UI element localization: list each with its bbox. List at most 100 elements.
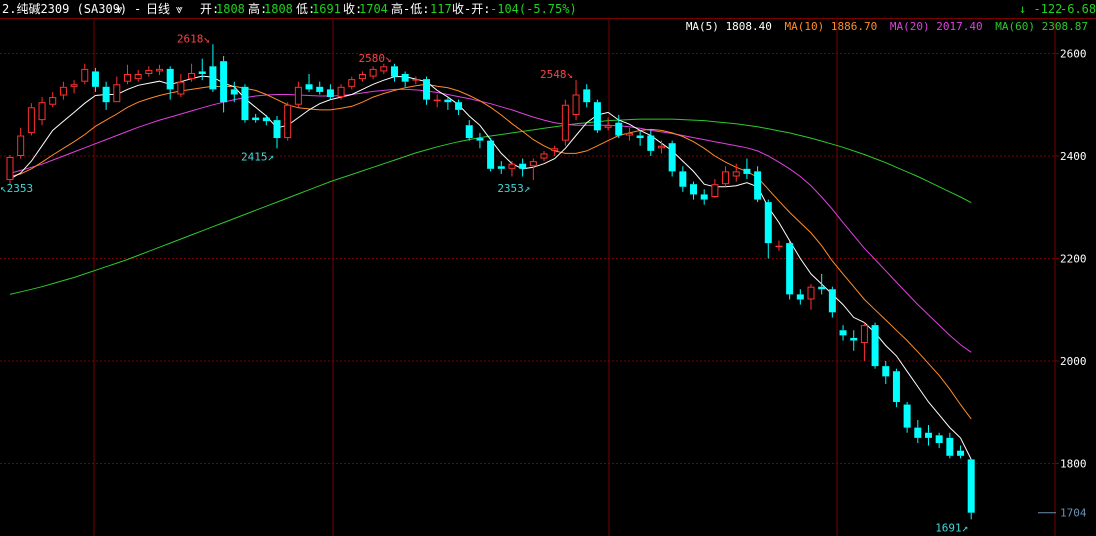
candle[interactable] [967, 459, 975, 520]
candle[interactable] [636, 130, 644, 146]
candle-body [946, 437, 954, 456]
candle[interactable] [860, 322, 868, 361]
candle[interactable] [134, 69, 142, 82]
candle[interactable] [529, 158, 537, 181]
candle[interactable] [839, 325, 847, 341]
candle[interactable] [369, 66, 377, 80]
candle[interactable] [871, 322, 879, 369]
candle[interactable] [711, 179, 719, 199]
candle[interactable] [262, 115, 270, 126]
candle[interactable] [401, 71, 409, 87]
candle[interactable] [957, 445, 965, 459]
candle-body [903, 404, 911, 428]
candle[interactable] [27, 103, 35, 136]
candle[interactable] [572, 80, 580, 121]
candle[interactable] [690, 181, 698, 200]
candle[interactable] [679, 166, 687, 192]
candle[interactable] [390, 63, 398, 82]
candle[interactable] [946, 432, 954, 459]
candle[interactable] [188, 63, 196, 82]
candle[interactable] [892, 368, 900, 408]
candle[interactable] [935, 432, 943, 449]
candle-body [102, 86, 110, 103]
candle[interactable] [625, 127, 633, 141]
candle[interactable] [508, 161, 516, 177]
candle-body [786, 243, 794, 295]
candle-body [198, 71, 206, 74]
candle[interactable] [476, 132, 484, 149]
candle[interactable] [305, 74, 313, 92]
candle[interactable] [241, 84, 249, 123]
candle[interactable] [924, 425, 932, 446]
candle[interactable] [284, 102, 292, 141]
candle[interactable] [220, 56, 228, 113]
candle[interactable] [828, 286, 836, 318]
candle[interactable] [49, 91, 57, 108]
candle-body [70, 84, 78, 87]
candle[interactable] [252, 113, 260, 123]
candle[interactable] [316, 81, 324, 95]
candle[interactable] [145, 66, 153, 77]
candle[interactable] [540, 150, 548, 162]
candle[interactable] [914, 419, 922, 443]
candle-body [690, 184, 698, 195]
candle-body [540, 153, 548, 159]
candle[interactable] [38, 97, 46, 126]
candle-body [668, 143, 676, 172]
candle[interactable] [423, 76, 431, 105]
candle[interactable] [358, 71, 366, 82]
candle[interactable] [156, 64, 164, 76]
candle[interactable] [455, 99, 463, 115]
candle[interactable] [412, 76, 420, 85]
candle[interactable] [166, 66, 174, 100]
candle[interactable] [551, 145, 559, 156]
candle[interactable] [786, 240, 794, 300]
candle[interactable] [113, 76, 121, 103]
candle[interactable] [6, 154, 14, 185]
candle[interactable] [519, 158, 527, 177]
candle[interactable] [743, 158, 751, 180]
candle[interactable] [807, 284, 815, 310]
candle[interactable] [604, 117, 612, 131]
candle[interactable] [850, 330, 858, 351]
candle[interactable] [17, 127, 25, 159]
price-axis: 1800 2000 2200 2400 2600 [1055, 48, 1087, 471]
candle[interactable] [657, 140, 665, 154]
candle[interactable] [433, 94, 441, 108]
candle[interactable] [380, 63, 388, 74]
candle[interactable] [348, 76, 356, 90]
extreme-label: 2415↗ [241, 150, 274, 163]
candle[interactable] [497, 161, 505, 174]
candle[interactable] [722, 166, 730, 187]
candle[interactable] [487, 138, 495, 172]
candle[interactable] [593, 99, 601, 133]
candle[interactable] [209, 44, 217, 92]
candle[interactable] [294, 81, 302, 108]
candlestick-chart[interactable]: 1800 2000 2200 2400 2600 1704 ↖2353 2618↘ 2415↗ 2… [0, 0, 1096, 536]
candle[interactable] [102, 81, 110, 110]
candle[interactable] [177, 74, 185, 98]
extreme-label: 2353↗ [497, 182, 530, 195]
candle[interactable] [91, 67, 99, 92]
candle[interactable] [668, 140, 676, 177]
candle[interactable] [70, 80, 78, 94]
candle[interactable] [273, 116, 281, 149]
candle[interactable] [764, 199, 772, 259]
candle[interactable] [796, 289, 804, 305]
price-tick-label: 2000 [1060, 355, 1087, 368]
candle[interactable] [903, 402, 911, 433]
candle[interactable] [583, 84, 591, 108]
candle[interactable] [59, 81, 67, 100]
candle[interactable] [754, 166, 762, 203]
candle-body [348, 79, 356, 87]
candle[interactable] [123, 64, 131, 85]
candle[interactable] [561, 99, 569, 146]
candle[interactable] [818, 273, 826, 295]
candle[interactable] [882, 361, 890, 385]
candle[interactable] [700, 189, 708, 205]
candle-body [113, 84, 121, 103]
candle-body [679, 171, 687, 187]
candle[interactable] [465, 120, 473, 141]
candle[interactable] [775, 240, 783, 251]
candle[interactable] [81, 63, 89, 85]
